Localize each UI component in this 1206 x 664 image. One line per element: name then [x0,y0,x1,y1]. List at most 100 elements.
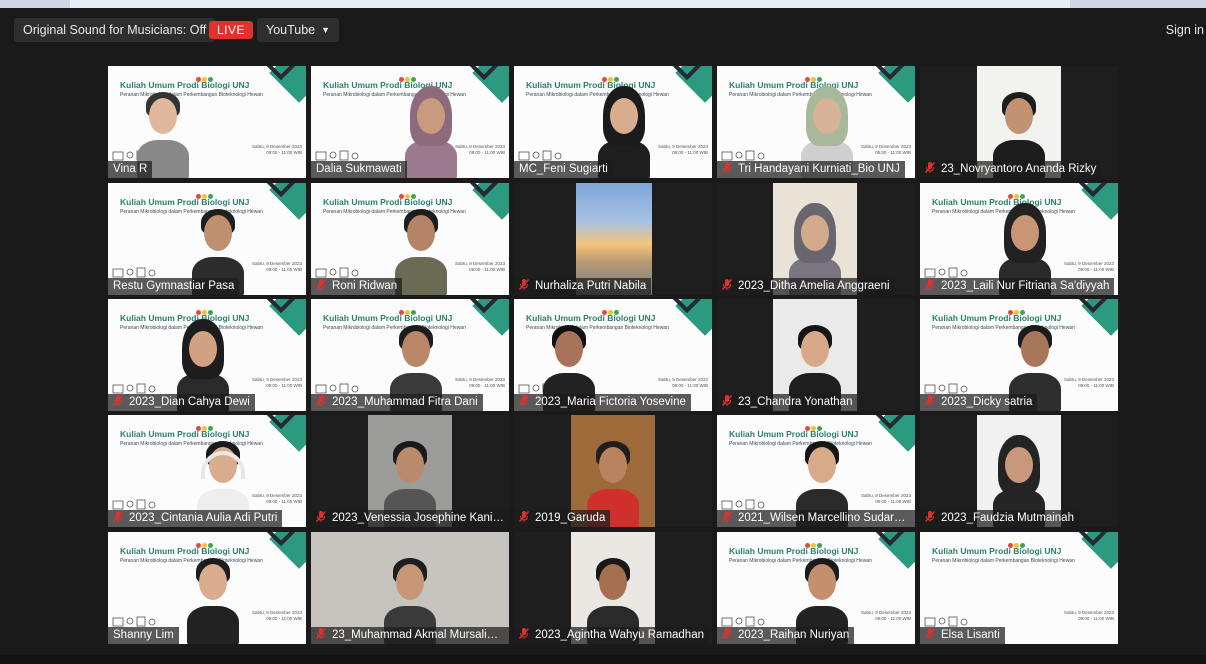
slide-title: Kuliah Umum Prodi Biologi UNJ [932,546,1062,556]
participant-name: 23_Novryantoro Ananda Rizky [941,163,1097,175]
slide-doodle-illustration [112,616,156,627]
participant-tile[interactable]: 23_Chandra Yonathan [717,299,915,411]
slide-time-text: 09:00 - 11:00 WIB [875,150,911,155]
participant-name-label: 2023_Agintha Wahyu Ramadhan [514,627,709,644]
slide-date: Sabtu, 9 Desember 2023 09:00 - 11:00 WIB [658,377,708,389]
slide-date-text: Sabtu, 9 Desember 2023 [251,610,302,615]
unj-logo-icon [602,302,620,315]
participant-name-label: 2023_Maria Fictoria Yosevine [514,394,691,411]
mic-muted-icon [722,511,732,522]
participant-tile[interactable]: Kuliah Umum Prodi Biologi UNJ Peranan Mi… [311,183,509,295]
youtube-dropdown[interactable]: YouTube ▼ [257,18,340,42]
participant-name: Restu Gymnastiar Pasa [113,280,235,292]
participant-tile[interactable]: Kuliah Umum Prodi Biologi UNJ Peranan Mi… [920,183,1118,295]
participant-tile[interactable]: 23_Muhammad Akmal Mursalin ... [311,532,509,644]
participant-name: 2023_Muhammad Fitra Dani [332,396,478,408]
mic-muted-icon [925,511,935,522]
participant-name: Tri Handayani Kurniati_Bio UNJ [738,163,900,175]
participant-name-label: Restu Gymnastiar Pasa [108,278,240,295]
unj-logo-icon [196,69,214,82]
participant-silhouette [401,84,461,178]
browser-top-strip [0,0,1206,8]
slide-doodle-illustration [112,267,156,278]
participant-tile[interactable]: 2023_Ditha Amelia Anggraeni [717,183,915,295]
participant-tile[interactable]: 23_Novryantoro Ananda Rizky [920,66,1118,178]
participant-tile[interactable]: Kuliah Umum Prodi Biologi UNJ Peranan Mi… [108,183,306,295]
participant-tile[interactable]: 2023_Venessia Josephine Kanikir [311,415,509,527]
participant-name: Dalia Sukmawati [316,163,402,175]
slide-date: Sabtu, 9 Desember 2023 09:00 - 11:00 WIB [252,144,302,156]
participant-name: 2023_Cintania Aulia Adi Putri [129,512,278,524]
slide-doodle-illustration [924,616,968,627]
participant-name: 2021_Wilsen Marcellino Sudarso... [738,512,915,524]
participant-name-label: Tri Handayani Kurniati_Bio UNJ [717,161,905,178]
slide-time-text: 09:00 - 11:00 WIB [266,150,302,155]
unj-logo-icon [1008,535,1026,548]
browser-top-strip-center [70,0,1070,8]
participant-name: 2023_Faudzia Mutmainah [941,512,1074,524]
participant-name: 2023_Agintha Wahyu Ramadhan [535,629,704,641]
participant-name-label: 2019_Garuda [514,510,611,527]
slide-doodle-illustration [721,616,765,627]
slide-doodle-illustration [924,383,968,394]
participant-name: 2023_Venessia Josephine Kanikir [332,512,505,524]
participant-name-label: 2023_Dicky satria [920,394,1038,411]
participant-tile[interactable]: Kuliah Umum Prodi Biologi UNJ Peranan Mi… [311,299,509,411]
participant-name-label: Shanny Lim [108,627,179,644]
participant-tile[interactable]: Kuliah Umum Prodi Biologi UNJ Peranan Mi… [108,532,306,644]
participant-tile[interactable]: Kuliah Umum Prodi Biologi UNJ Peranan Mi… [717,532,915,644]
participant-name-label: Nurhaliza Putri Nabila [514,278,652,295]
participant-tile[interactable]: 2023_Faudzia Mutmainah [920,415,1118,527]
participant-name: 23_Chandra Yonathan [738,396,853,408]
participant-name-label: 2023_Muhammad Fitra Dani [311,394,483,411]
slide-subtitle: Peranan Mikrobiologi dalam Perkembangan … [932,558,1075,564]
participant-name: Elsa Lisanti [941,629,1000,641]
participant-tile[interactable]: Kuliah Umum Prodi Biologi UNJ Peranan Mi… [311,66,509,178]
mic-muted-icon [722,279,732,290]
slide-date-text: Sabtu, 9 Desember 2023 [657,377,708,382]
slide-doodle-illustration [315,383,359,394]
slide-date-text: Sabtu, 9 Desember 2023 [251,144,302,149]
participant-tile[interactable]: Kuliah Umum Prodi Biologi UNJ Peranan Mi… [920,532,1118,644]
mic-muted-icon [925,395,935,406]
sign-in-link[interactable]: Sign in [1166,23,1204,37]
mic-muted-icon [722,162,732,173]
mic-muted-icon [316,279,326,290]
participant-tile[interactable]: Kuliah Umum Prodi Biologi UNJ Peranan Mi… [514,66,712,178]
participant-name-label: Vina R [108,161,153,178]
slide-doodle-illustration [112,499,156,510]
slide-time-text: 09:00 - 11:00 WIB [875,616,911,621]
original-sound-button[interactable]: Original Sound for Musicians: Off [14,18,216,42]
participant-tile[interactable]: Kuliah Umum Prodi Biologi UNJ Peranan Mi… [717,66,915,178]
participant-tile[interactable]: 2019_Garuda [514,415,712,527]
participant-tile[interactable]: Nurhaliza Putri Nabila [514,183,712,295]
participant-name-label: 2023_Laili Nur Fitriana Sa'diyyah [920,278,1115,295]
bottom-strip [0,655,1206,664]
participant-tile[interactable]: 2023_Agintha Wahyu Ramadhan [514,532,712,644]
participant-name: MC_Feni Sugiarti [519,163,608,175]
participant-name-label: 2023_Faudzia Mutmainah [920,510,1079,527]
participant-name-label: 2023_Cintania Aulia Adi Putri [108,510,283,527]
participant-name-label: 2023_Raihan Nuriyan [717,627,855,644]
participant-name: Roni Ridwan [332,280,398,292]
participant-name: 2019_Garuda [535,512,606,524]
participant-name: Shanny Lim [113,629,174,641]
participant-name: 2023_Dicky satria [941,396,1033,408]
participant-tile[interactable]: Kuliah Umum Prodi Biologi UNJ Peranan Mi… [920,299,1118,411]
caret-down-icon: ▼ [321,25,331,35]
participant-name-label: Roni Ridwan [311,278,403,295]
participant-name: 2023_Laili Nur Fitriana Sa'diyyah [941,280,1110,292]
slide-time-text: 09:00 - 11:00 WIB [266,616,302,621]
participant-tile[interactable]: Kuliah Umum Prodi Biologi UNJ Peranan Mi… [108,299,306,411]
slide-doodle-illustration [721,150,765,161]
mic-muted-icon [113,511,123,522]
mic-muted-icon [519,395,529,406]
participant-tile[interactable]: Kuliah Umum Prodi Biologi UNJ Peranan Mi… [108,66,306,178]
live-badge[interactable]: LIVE [209,21,254,39]
slide-time-text: 09:00 - 11:00 WIB [1078,616,1114,621]
participant-video [173,532,253,644]
participant-tile[interactable]: Kuliah Umum Prodi Biologi UNJ Peranan Mi… [108,415,306,527]
participant-name-label: MC_Feni Sugiarti [514,161,613,178]
participant-tile[interactable]: Kuliah Umum Prodi Biologi UNJ Peranan Mi… [514,299,712,411]
participant-tile[interactable]: Kuliah Umum Prodi Biologi UNJ Peranan Mi… [717,415,915,527]
